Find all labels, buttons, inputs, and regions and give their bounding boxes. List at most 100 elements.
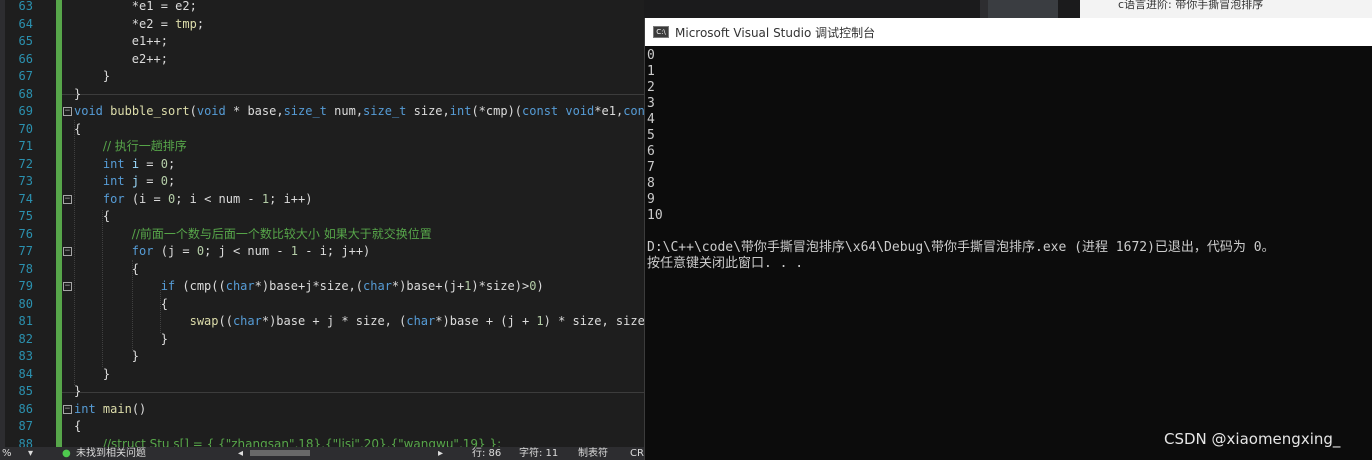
status-bar: % ▾ ● 未找到相关问题 ◂ ▸ 行: 86 字符: 11 制表符 CR [0, 447, 644, 460]
code-token: main [102, 401, 132, 416]
line-number: 66 [18, 51, 33, 66]
zoom-dropdown-icon[interactable]: ▾ [28, 447, 33, 460]
code-line[interactable]: // 执行一趟排序 [74, 138, 187, 156]
console-line: 9 [647, 192, 655, 207]
code-line[interactable]: } [74, 383, 81, 401]
console-line: 2 [647, 80, 655, 95]
code-line[interactable]: if (cmp((char*)base+j*size,(char*)base+(… [74, 278, 544, 296]
code-token: } [74, 384, 82, 398]
collapse-icon[interactable]: − [63, 404, 72, 414]
code-line[interactable]: //前面一个数与后面一个数比较大小 如果大于就交换位置 [74, 226, 432, 244]
code-editor[interactable]: 63 64 65 66 67 68 69 70 71 72 73 74 75 76 77 78 79 80 81 82… [0, 0, 644, 447]
code-line[interactable]: for (j = 0; j < num - 1 - i; j++) [74, 243, 370, 261]
line-number: 71 [18, 139, 33, 153]
code-token: = [139, 156, 161, 171]
code-token: ; [167, 174, 176, 188]
line-number: 80 [18, 296, 33, 311]
code-token: tmp [175, 16, 197, 31]
code-line[interactable]: { [74, 208, 110, 226]
code-token: //struct Stu s[] = { {"zhangsan",18},{"l… [102, 436, 502, 448]
indent-guide [160, 290, 161, 333]
line-number: 77 [18, 244, 33, 258]
code-token: 1 [536, 314, 544, 328]
code-line[interactable]: } [74, 68, 110, 86]
code-line[interactable]: { [74, 261, 139, 279]
code-token: } [74, 86, 82, 101]
eol-indicator[interactable]: CR [630, 447, 644, 460]
line-number: 70 [18, 121, 33, 136]
code-line[interactable]: int j = 0; [74, 173, 175, 191]
scroll-left-icon[interactable]: ◂ [238, 447, 243, 460]
code-line[interactable]: } [74, 331, 168, 349]
line-number: 85 [18, 384, 33, 398]
code-line[interactable]: *e1 = e2; [74, 0, 197, 16]
code-token: { [74, 419, 82, 433]
console-line: 5 [647, 128, 655, 143]
debug-console-window[interactable]: C:\ Microsoft Visual Studio 调试控制台 012345… [644, 18, 1372, 460]
code-line[interactable]: { [74, 418, 81, 436]
console-title: Microsoft Visual Studio 调试控制台 [675, 26, 876, 40]
code-token: int [102, 174, 125, 188]
code-area[interactable]: *e1 = e2; *e2 = tmp; e1++; e2++; }} − void… [62, 0, 644, 447]
collapse-icon[interactable]: − [63, 282, 72, 291]
collapse-icon[interactable]: − [63, 247, 72, 256]
background-article-title: c语言进阶: 带你手撕冒泡排序 [1118, 0, 1264, 11]
line-number: 69 [18, 104, 33, 118]
code-token: 0 [196, 244, 205, 258]
code-token: *e1 = e2; [74, 0, 197, 13]
line-number: 65 [18, 34, 33, 48]
console-line: 0 [647, 48, 655, 63]
background-panel [988, 0, 1058, 18]
code-line[interactable]: for (i = 0; i < num - 1; i++) [74, 191, 313, 209]
csdn-watermark: CSDN @xiaomengxing_ [1164, 430, 1341, 448]
code-line[interactable]: int i = 0; [74, 156, 175, 174]
code-line[interactable]: } [74, 348, 139, 366]
code-token: cons [623, 104, 644, 118]
code-token: e1++; [74, 34, 168, 48]
code-token: ; [167, 156, 176, 171]
code-token: size_t [363, 104, 407, 118]
code-token: *e1, [594, 104, 624, 118]
code-line[interactable]: int main() [74, 401, 146, 419]
line-number: 83 [18, 349, 33, 363]
scroll-right-icon[interactable]: ▸ [438, 447, 443, 460]
code-line[interactable]: void bubble_sort(void * base,size_t num,… [74, 103, 644, 121]
code-line[interactable]: { [74, 121, 81, 139]
code-line[interactable]: //struct Stu s[] = { {"zhangsan",18},{"l… [74, 436, 501, 448]
horizontal-scrollbar[interactable] [250, 450, 310, 456]
collapse-icon[interactable]: − [63, 107, 72, 116]
code-line[interactable]: e2++; [74, 51, 168, 69]
tabs-indicator[interactable]: 制表符 [578, 447, 608, 460]
line-indicator[interactable]: 行: 86 [472, 447, 501, 460]
zoom-level[interactable]: % [2, 447, 12, 460]
code-line[interactable]: *e2 = tmp; [74, 16, 204, 34]
code-line[interactable]: e1++; [74, 33, 168, 51]
code-token: (cmp(( [175, 279, 226, 293]
collapse-icon[interactable]: − [63, 194, 72, 204]
code-line[interactable]: { [74, 296, 168, 314]
code-token: { [74, 209, 111, 223]
code-line[interactable]: } [74, 86, 81, 104]
code-token: if [160, 279, 176, 293]
code-line[interactable]: } [74, 366, 110, 384]
indent-guide [132, 260, 133, 350]
code-token: bubble_sort [110, 104, 190, 118]
console-line: 1 [647, 64, 655, 79]
code-token: ( [189, 104, 197, 118]
code-token: ; i < num - [175, 191, 262, 206]
line-number: 63 [18, 0, 33, 13]
code-token: char [225, 279, 255, 293]
char-indicator[interactable]: 字符: 11 [519, 447, 558, 460]
issues-status[interactable]: 未找到相关问题 [76, 447, 146, 460]
console-app-icon: C:\ [653, 26, 669, 38]
code-token: size, [406, 104, 450, 118]
code-token: () [131, 401, 147, 416]
code-token: 1 [290, 244, 299, 258]
code-token: num, [326, 104, 364, 118]
code-token: 0 [160, 156, 168, 171]
console-title-bar[interactable]: C:\ Microsoft Visual Studio 调试控制台 [645, 18, 1372, 46]
